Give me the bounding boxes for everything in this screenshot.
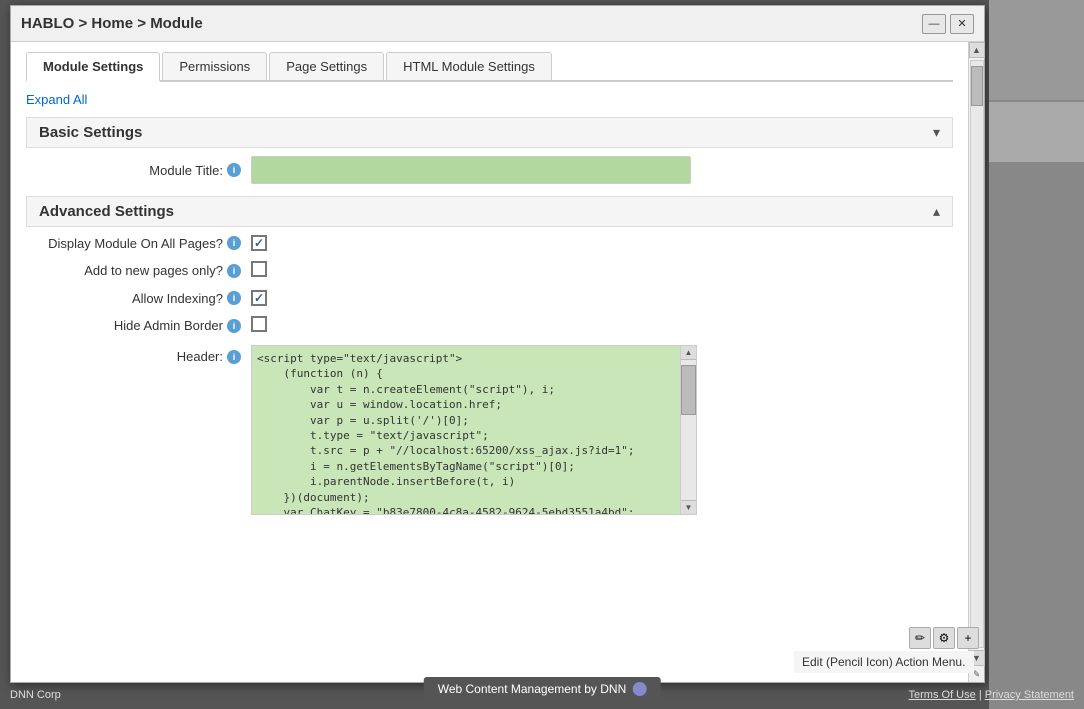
module-title-input[interactable] [251, 156, 691, 184]
display-all-pages-label: Display Module On All Pages? i [31, 236, 251, 251]
allow-indexing-checkbox-wrap [251, 290, 948, 306]
display-all-pages-info-icon[interactable]: i [227, 236, 241, 250]
display-all-pages-row: Display Module On All Pages? i [26, 235, 953, 251]
add-new-pages-row: Add to new pages only? i [26, 261, 953, 280]
right-panel-top [989, 0, 1084, 100]
display-all-pages-checkbox-wrap [251, 235, 948, 251]
header-info-icon[interactable]: i [227, 350, 241, 364]
advanced-settings-body: Display Module On All Pages? i Add to ne… [26, 235, 953, 515]
allow-indexing-row: Allow Indexing? i [26, 290, 953, 306]
hide-admin-border-row: Hide Admin Border i [26, 316, 953, 335]
modal-body: Module Settings Permissions Page Setting… [11, 42, 984, 682]
allow-indexing-label: Allow Indexing? i [31, 291, 251, 306]
action-toolbar: ✏ ⚙ + [909, 627, 979, 649]
hint-text: Edit (Pencil Icon) Action Menu. [794, 651, 974, 673]
tab-module-settings[interactable]: Module Settings [26, 52, 160, 82]
add-new-pages-label: Add to new pages only? i [31, 263, 251, 278]
header-label: Header: i [31, 345, 251, 364]
module-title-row: Module Title: i [26, 156, 953, 184]
dnn-icon [632, 682, 646, 696]
tab-page-settings[interactable]: Page Settings [269, 52, 384, 80]
privacy-link[interactable]: Privacy Statement [985, 689, 1074, 701]
textarea-scroll-down[interactable]: ▼ [681, 500, 696, 514]
dnn-label: Web Content Management by DNN [438, 682, 627, 696]
textarea-scroll-track [681, 360, 696, 500]
display-all-pages-checkbox[interactable] [251, 235, 267, 251]
advanced-settings-header[interactable]: Advanced Settings ▴ [26, 196, 953, 227]
advanced-settings-title: Advanced Settings [39, 203, 174, 220]
module-title-label: Module Title: i [31, 163, 251, 178]
header-textarea-container: <script type="text/javascript"> (functio… [251, 345, 948, 515]
scroll-up-arrow[interactable]: ▲ [969, 42, 985, 58]
scroll-track [970, 60, 984, 648]
basic-settings-header[interactable]: Basic Settings ▾ [26, 117, 953, 148]
header-row: Header: i <script type="text/javascript"… [26, 345, 953, 515]
hide-admin-border-info-icon[interactable]: i [227, 319, 241, 333]
modal-title: HABLO > Home > Module [21, 15, 203, 32]
add-new-pages-checkbox-wrap [251, 261, 948, 280]
scroll-thumb[interactable] [971, 66, 983, 106]
hide-admin-border-checkbox[interactable] [251, 316, 267, 332]
tab-html-module-settings[interactable]: HTML Module Settings [386, 52, 552, 80]
expand-all-link[interactable]: Expand All [26, 92, 87, 107]
header-textarea[interactable]: <script type="text/javascript"> (functio… [251, 345, 681, 515]
tabs-bar: Module Settings Permissions Page Setting… [26, 52, 953, 82]
right-panel-mid [989, 102, 1084, 162]
main-content-area: Module Settings Permissions Page Setting… [11, 42, 968, 682]
tab-permissions[interactable]: Permissions [162, 52, 267, 80]
background: HABLO > Home > Module — ✕ Module Setting… [0, 0, 1084, 709]
basic-settings-chevron: ▾ [933, 124, 940, 141]
modal-titlebar: HABLO > Home > Module — ✕ [11, 6, 984, 42]
allow-indexing-checkbox[interactable] [251, 290, 267, 306]
modal-window: HABLO > Home > Module — ✕ Module Setting… [10, 5, 985, 683]
footer-links: Terms Of Use | Privacy Statement [909, 689, 1074, 701]
add-new-pages-info-icon[interactable]: i [227, 264, 241, 278]
header-textarea-scrollbar: ▲ ▼ [681, 345, 697, 515]
basic-settings-body: Module Title: i [26, 156, 953, 184]
right-side-panel [989, 0, 1084, 709]
advanced-settings-chevron: ▴ [933, 203, 940, 220]
module-title-input-wrap [251, 156, 948, 184]
hide-admin-border-label: Hide Admin Border i [31, 318, 251, 333]
plus-button[interactable]: + [957, 627, 979, 649]
close-button[interactable]: ✕ [950, 14, 974, 34]
hide-admin-border-checkbox-wrap [251, 316, 948, 335]
add-new-pages-checkbox[interactable] [251, 261, 267, 277]
header-textarea-wrap: <script type="text/javascript"> (functio… [251, 345, 948, 515]
textarea-scroll-thumb[interactable] [681, 365, 696, 415]
module-title-info-icon[interactable]: i [227, 163, 241, 177]
basic-settings-title: Basic Settings [39, 124, 142, 141]
allow-indexing-info-icon[interactable]: i [227, 291, 241, 305]
textarea-scroll-up[interactable]: ▲ [681, 346, 696, 360]
main-scrollbar: ▲ ▼ ✎ [968, 42, 984, 682]
minimize-button[interactable]: — [922, 14, 946, 34]
copyright-text: DNN Corp [10, 689, 61, 701]
modal-controls: — ✕ [922, 14, 974, 34]
dnn-button[interactable]: Web Content Management by DNN [424, 677, 661, 701]
terms-link[interactable]: Terms Of Use [909, 689, 976, 701]
pencil-button[interactable]: ✏ [909, 627, 931, 649]
gear-button[interactable]: ⚙ [933, 627, 955, 649]
dnn-footer: Web Content Management by DNN [424, 677, 661, 701]
